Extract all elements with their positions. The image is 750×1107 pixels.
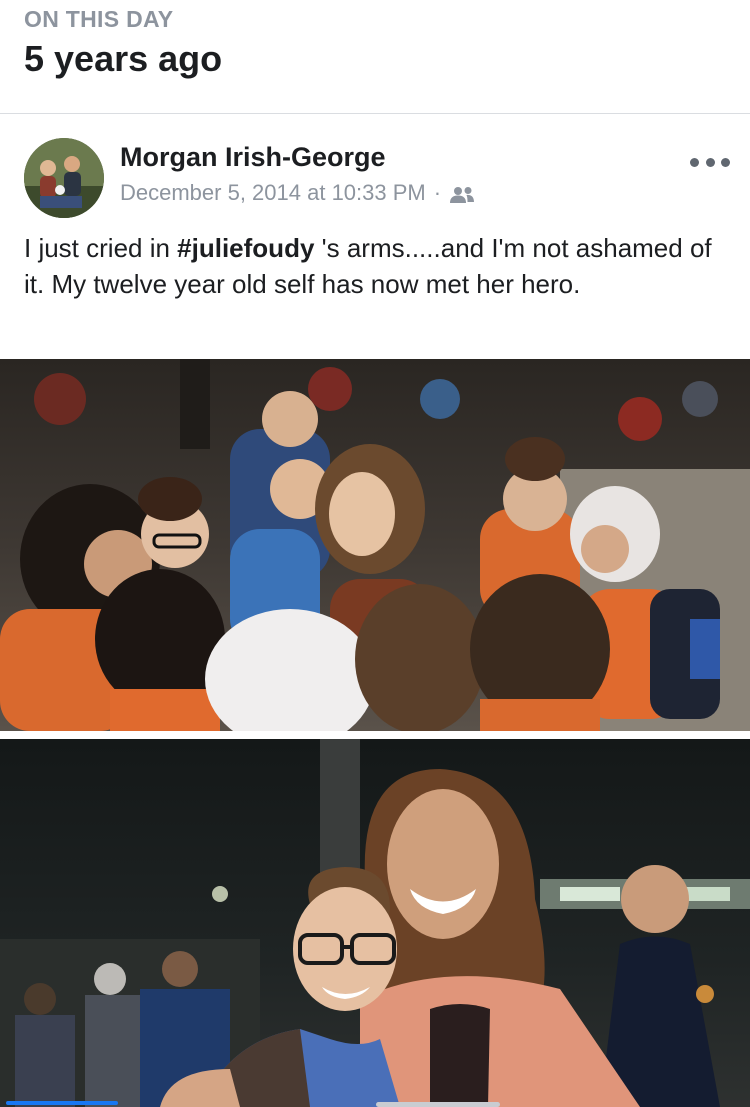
dot: [690, 157, 699, 167]
scroll-indicator: [6, 1101, 118, 1105]
post-timestamp[interactable]: December 5, 2014 at 10:33 PM: [120, 180, 426, 206]
photo-crowd-scene: [0, 359, 750, 731]
memories-title: 5 years ago: [24, 38, 223, 79]
dot: [721, 157, 730, 167]
author-avatar[interactable]: [24, 138, 104, 218]
post-text-start: I just cried in: [24, 233, 178, 263]
post-text: I just cried in #juliefoudy 's arms.....…: [24, 230, 724, 302]
more-options-icon[interactable]: [690, 150, 730, 174]
hashtag-link[interactable]: #juliefoudy: [177, 233, 314, 263]
post-photo-2[interactable]: [0, 739, 750, 1107]
dot: [705, 157, 715, 167]
meta-separator: ·: [433, 180, 442, 205]
photo-portrait-scene: [0, 739, 750, 1107]
post-meta: December 5, 2014 at 10:33 PM ·: [120, 180, 475, 206]
friends-icon: [449, 184, 475, 203]
memories-header: ON THIS DAY 5 years ago: [0, 0, 750, 114]
post-photo-1[interactable]: [0, 359, 750, 731]
author-name[interactable]: Morgan Irish-George: [120, 142, 386, 173]
memory-post: Morgan Irish-George December 5, 2014 at …: [0, 114, 750, 1107]
memories-kicker: ON THIS DAY: [24, 6, 174, 32]
home-indicator: [376, 1102, 500, 1107]
avatar-photo: [24, 138, 104, 218]
